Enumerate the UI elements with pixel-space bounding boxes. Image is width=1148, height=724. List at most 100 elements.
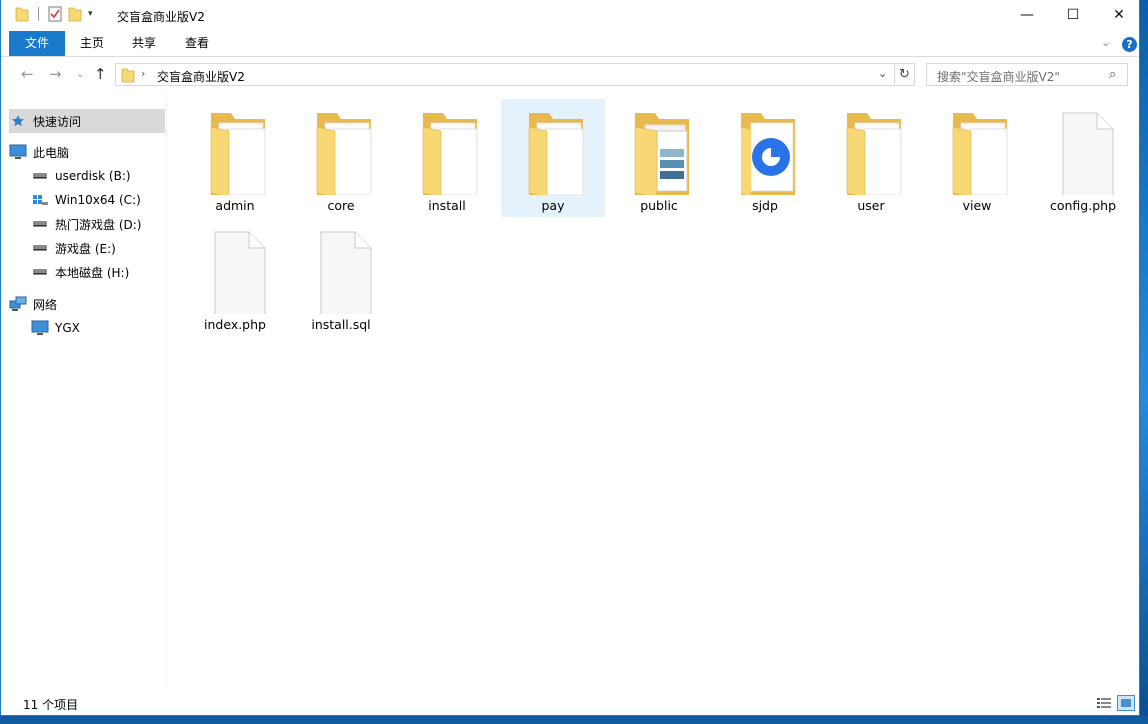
explorer-window: ▾ 交盲盒商业版V2 — ☐ ✕ 文件 主页 共享 查看 ⌄ ? ← → ⌄ ↑… (0, 0, 1140, 716)
file-name: user (857, 198, 885, 213)
sidebar-item-label: 热门游戏盘 (D:) (55, 217, 142, 232)
breadcrumb[interactable]: 交盲盒商业版V2 (157, 68, 245, 85)
maximize-button[interactable]: ☐ (1050, 0, 1096, 30)
details-view-icon[interactable] (1095, 695, 1113, 711)
chevron-down-icon[interactable]: ⌄ (878, 67, 887, 80)
search-input[interactable]: 搜索"交盲盒商业版V2" ⌕ (926, 63, 1128, 86)
drive-icon (31, 216, 49, 232)
forward-arrow-icon[interactable]: → (49, 65, 62, 83)
folder-icon (210, 113, 266, 195)
folder-icon (121, 68, 135, 83)
windows-drive-icon (31, 192, 49, 208)
up-arrow-icon[interactable]: ↑ (94, 65, 107, 83)
sidebar-item-drive-h[interactable]: 本地磁盘 (H:) (31, 260, 165, 284)
folder-tile-core[interactable]: core (289, 99, 393, 217)
sidebar-item-label: 此电脑 (33, 145, 70, 160)
item-count: 11 个项目 (23, 698, 79, 712)
file-name: sjdp (752, 198, 778, 213)
sidebar-item-label: Win10x64 (C:) (55, 193, 141, 207)
file-name: core (327, 198, 355, 213)
drive-icon (31, 168, 49, 184)
desktop-background (1140, 0, 1148, 724)
sidebar-item-drive-d[interactable]: 热门游戏盘 (D:) (31, 212, 165, 236)
title-bar: ▾ 交盲盒商业版V2 — ☐ ✕ (1, 0, 1139, 31)
address-bar[interactable]: › 交盲盒商业版V2 ⌄ (115, 63, 895, 86)
file-icon (214, 231, 266, 314)
sidebar-item-quick-access[interactable]: 快速访问 (9, 109, 165, 133)
sidebar-item-drive-c[interactable]: Win10x64 (C:) (31, 188, 165, 212)
image-folder-icon (634, 113, 689, 195)
minimize-button[interactable]: — (1004, 0, 1050, 30)
sidebar-item-network[interactable]: 网络 (9, 292, 165, 316)
file-name: config.php (1049, 198, 1116, 213)
folder-tile-install[interactable]: install (395, 99, 499, 217)
app-folder-icon (741, 113, 795, 195)
tab-home[interactable]: 主页 (69, 31, 115, 56)
back-arrow-icon[interactable]: ← (21, 65, 34, 83)
close-button[interactable]: ✕ (1096, 0, 1139, 30)
expand-ribbon-icon[interactable]: ⌄ (1101, 36, 1110, 49)
sidebar-item-drive-e[interactable]: 游戏盘 (E:) (31, 236, 165, 260)
sidebar-item-label: 网络 (33, 297, 58, 312)
search-icon[interactable]: ⌕ (1109, 67, 1116, 82)
tab-view[interactable]: 查看 (174, 31, 220, 56)
tab-share[interactable]: 共享 (121, 31, 167, 56)
navigation-bar: ← → ⌄ ↑ › 交盲盒商业版V2 ⌄ ↻ 搜索"交盲盒商业版V2" ⌕ (1, 57, 1139, 92)
drive-icon (31, 264, 49, 280)
navigation-pane: 快速访问 此电脑 userdisk (B:) Win10x64 (C:) 热门游… (1, 92, 167, 688)
folder-icon (952, 113, 1008, 195)
file-name: view (962, 198, 992, 213)
file-tile-install-sql[interactable]: install.sql (289, 218, 393, 336)
network-icon (9, 296, 27, 312)
sidebar-item-this-pc[interactable]: 此电脑 (9, 140, 165, 164)
file-icon (320, 231, 372, 314)
file-name: pay (541, 198, 565, 213)
folder-tile-admin[interactable]: admin (183, 99, 287, 217)
folder-tile-user[interactable]: user (819, 99, 923, 217)
folder-icon (846, 113, 902, 195)
sidebar-item-label: 快速访问 (33, 114, 82, 129)
ribbon-tabs: 文件 主页 共享 查看 ⌄ ? (1, 31, 1139, 57)
file-list: admin core install pay public sjdp user (167, 92, 1139, 688)
toolbar-separator (38, 7, 39, 21)
folder-tile-sjdp[interactable]: sjdp (713, 99, 817, 217)
sidebar-item-ygx[interactable]: YGX (31, 316, 165, 340)
file-icon (1062, 112, 1114, 195)
file-name: index.php (204, 317, 266, 332)
file-name: install.sql (311, 317, 371, 332)
file-name: admin (215, 198, 255, 213)
file-name: public (640, 198, 678, 213)
breadcrumb-chevron-icon[interactable]: › (141, 67, 145, 80)
sidebar-item-drive-b[interactable]: userdisk (B:) (31, 164, 165, 188)
help-icon[interactable]: ? (1122, 37, 1137, 52)
sidebar-item-label: userdisk (B:) (55, 169, 131, 183)
file-name: install (428, 198, 466, 213)
folder-tile-pay[interactable]: pay (501, 99, 605, 217)
computer-icon (9, 144, 27, 160)
star-icon (9, 113, 27, 129)
large-icons-view-icon[interactable] (1117, 695, 1135, 711)
search-placeholder: 搜索"交盲盒商业版V2" (937, 70, 1060, 84)
refresh-button[interactable]: ↻ (895, 63, 915, 86)
window-title: 交盲盒商业版V2 (117, 10, 205, 24)
computer-icon (31, 320, 49, 336)
new-folder-icon[interactable] (68, 6, 82, 22)
folder-tile-view[interactable]: view (925, 99, 1029, 217)
recent-locations-icon[interactable]: ⌄ (76, 69, 84, 80)
sidebar-item-label: 游戏盘 (E:) (55, 241, 116, 256)
customize-toolbar-icon[interactable]: ▾ (88, 9, 93, 19)
folder-icon (528, 113, 584, 195)
status-bar: 11 个项目 (1, 688, 1139, 715)
desktop-background (0, 716, 1148, 724)
folder-icon (316, 113, 372, 195)
properties-icon[interactable] (48, 6, 62, 22)
folder-icon (422, 113, 478, 195)
file-tile-config-php[interactable]: config.php (1031, 99, 1135, 217)
drive-icon (31, 240, 49, 256)
folder-tile-public[interactable]: public (607, 99, 711, 217)
quick-access-toolbar: ▾ (15, 6, 93, 22)
folder-icon (15, 7, 29, 22)
tab-file[interactable]: 文件 (9, 31, 65, 56)
sidebar-item-label: YGX (55, 321, 80, 335)
file-tile-index-php[interactable]: index.php (183, 218, 287, 336)
